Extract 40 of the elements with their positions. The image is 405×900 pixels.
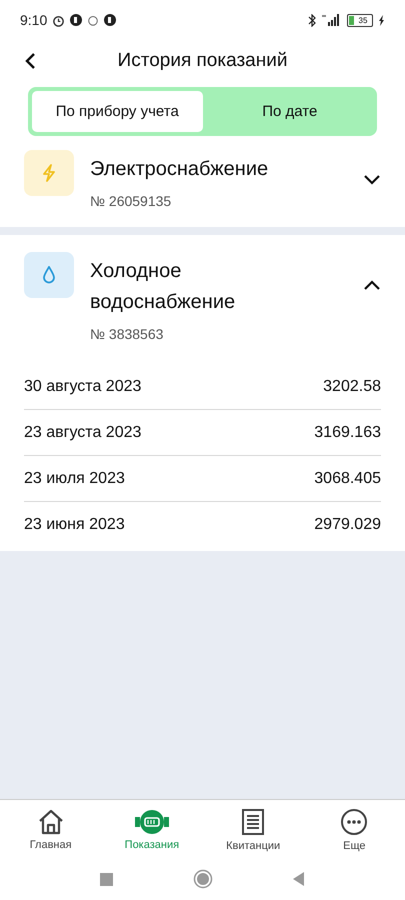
receipt-icon (240, 808, 266, 836)
charging-icon (378, 14, 385, 26)
segment-tab[interactable]: По прибору учета (30, 89, 204, 134)
water-drop-icon (24, 252, 74, 298)
back-triangle-icon[interactable] (293, 872, 305, 886)
nav-item[interactable]: Показания (101, 800, 202, 860)
reading-date: 23 июня 2023 (24, 516, 125, 534)
reading-date: 23 июля 2023 (24, 470, 125, 488)
nav-item[interactable]: Еще (304, 800, 405, 860)
meter-number: № 26059135 (90, 193, 172, 209)
nav-item[interactable]: Главная (0, 800, 102, 860)
reading-date: 30 августа 2023 (24, 378, 142, 396)
recents-icon[interactable] (100, 872, 113, 886)
meter-number: № 3838563 (90, 326, 164, 342)
signal-icon (322, 14, 342, 26)
lightning-icon (24, 150, 74, 196)
reading-value: 3169.163 (314, 424, 381, 442)
reading-value: 3068.405 (314, 470, 381, 488)
back-icon[interactable] (24, 52, 36, 70)
meter-icon (134, 809, 170, 835)
reading-value: 3202.58 (323, 378, 381, 396)
bluetooth-icon (308, 14, 317, 26)
segment-tab[interactable]: По дате (204, 89, 375, 134)
alarm-icon (87, 14, 100, 26)
reading-date: 23 августа 2023 (24, 424, 142, 442)
chevron-up-icon[interactable] (363, 280, 381, 291)
app-notification-icon (70, 14, 82, 26)
chevron-down-icon[interactable] (363, 174, 381, 185)
more-icon (340, 808, 368, 836)
app-notification-icon (104, 14, 116, 26)
alarm-icon (52, 14, 66, 26)
reading-value: 2979.029 (314, 516, 381, 534)
home-circle-icon[interactable] (193, 869, 213, 889)
home-icon (36, 809, 65, 835)
meter-name: Электроснабжение (90, 157, 270, 182)
page-title: История показаний (118, 50, 288, 72)
meter-name: Холодное водоснабжение (90, 259, 236, 315)
nav-item[interactable]: Квитанции (202, 800, 304, 860)
status-time: 9:10 (20, 12, 48, 28)
battery-icon: 35 (347, 14, 373, 26)
